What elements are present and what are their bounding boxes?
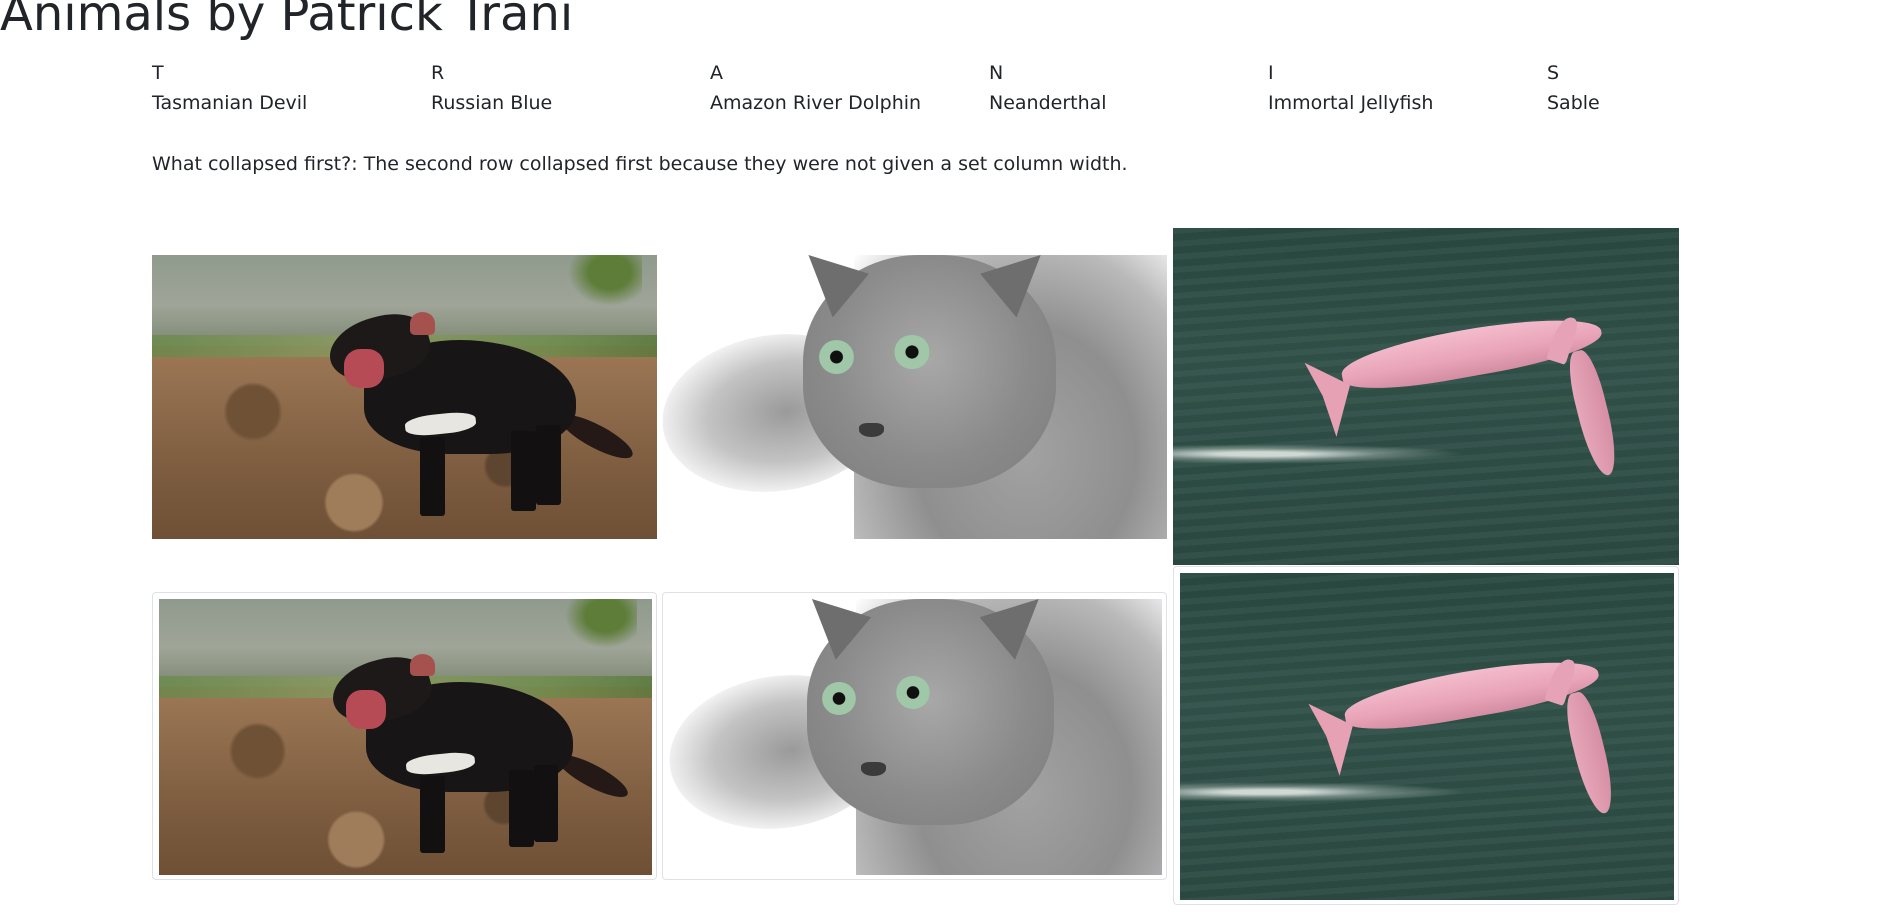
letter-s: S [1547,62,1560,84]
letter-n: N [989,62,1004,84]
russian-blue-thumbnail [662,592,1167,880]
russian-blue-thumbnail-image [669,599,1162,875]
letter-i: I [1268,62,1274,84]
animal-name-sable: Sable [1547,92,1600,114]
letter-r: R [431,62,445,84]
collapse-note: What collapsed first?: The second row co… [152,153,1128,175]
letters-row: T R A N I S [152,59,1824,88]
letter-t: T [152,62,164,84]
animal-name-amazon-river-dolphin: Amazon River Dolphin [710,92,922,114]
page-title: Animals by Patrick Trani [0,0,574,42]
animal-names-row: Tasmanian Devil Russian Blue Amazon Rive… [152,89,1824,118]
tasmanian-devil-image [152,255,657,539]
tasmanian-devil-thumbnail-image [159,599,652,875]
animal-name-neanderthal: Neanderthal [989,92,1107,114]
animal-name-immortal-jellyfish: Immortal Jellyfish [1268,92,1434,114]
animal-name-russian-blue: Russian Blue [431,92,553,114]
letter-a: A [710,62,723,84]
amazon-river-dolphin-thumbnail [1173,566,1679,905]
russian-blue-image [662,255,1167,539]
amazon-river-dolphin-thumbnail-image [1180,573,1674,900]
amazon-river-dolphin-image [1173,228,1679,565]
tasmanian-devil-thumbnail [152,592,657,880]
animal-name-tasmanian-devil: Tasmanian Devil [152,92,308,114]
